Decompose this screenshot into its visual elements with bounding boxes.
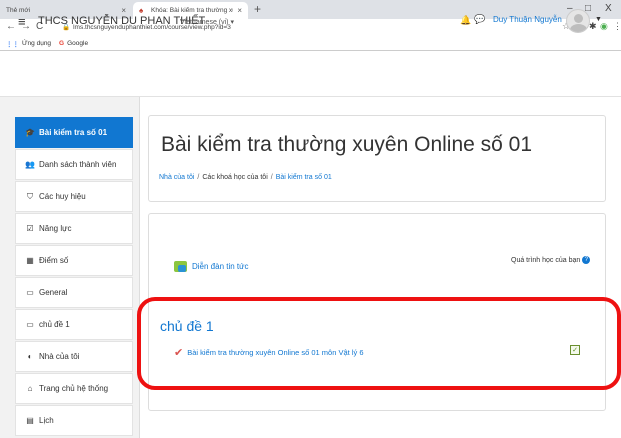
site-navbar [0, 51, 621, 97]
dashboard-icon: ◐ [27, 352, 33, 361]
avatar[interactable] [566, 9, 590, 33]
users-icon: 👥 [25, 160, 35, 169]
sidebar-item-label: Điểm số [39, 256, 69, 265]
google-icon: G [59, 40, 65, 47]
hamburger-menu-icon[interactable]: ≡ [18, 14, 26, 29]
notification-bell-icon[interactable]: 🔔 [460, 15, 471, 26]
language-selector[interactable]: Vietnamese (vi) ▾ [180, 18, 234, 26]
bookmark-google[interactable]: G Google [59, 40, 88, 47]
tab-title: Thẻ mới [6, 7, 31, 14]
forum-activity-link[interactable]: Diễn đàn tin tức [174, 261, 249, 272]
sidebar-item-label: Bài kiểm tra số 01 [39, 128, 108, 137]
messages-icon[interactable]: 💬 [474, 14, 485, 25]
sidebar-item-dashboard[interactable]: ◐ Nhà của tôi [15, 341, 133, 372]
sidebar-item-site-home[interactable]: ⌂ Trang chủ hệ thống [15, 373, 133, 404]
folder-icon: ▭ [26, 320, 34, 329]
sidebar-item-label: Danh sách thành viên [39, 160, 117, 169]
sidebar-item-topic-1[interactable]: ▭ chủ đề 1 [15, 309, 133, 340]
bookmark-label: Ứng dụng [22, 40, 52, 47]
red-highlight-box [137, 297, 621, 390]
sidebar-item-label: Trang chủ hệ thống [39, 384, 109, 393]
sidebar-item-label: Nhà của tôi [39, 352, 80, 361]
sidebar-item-participants[interactable]: 👥 Danh sách thành viên [15, 149, 133, 180]
sidebar-item-competencies[interactable]: ☑ Năng lực [15, 213, 133, 244]
forum-label: Diễn đàn tin tức [192, 262, 249, 271]
browser-menu-icon[interactable]: ⋮ [613, 21, 621, 32]
bookmark-label: Google [67, 40, 89, 47]
page-header-card [148, 115, 606, 202]
sidebar-item-label: Lịch [39, 416, 54, 425]
progress-label: Quá trình học của bạn [511, 256, 581, 264]
close-tab-icon[interactable]: × [121, 6, 126, 15]
new-tab-icon[interactable]: + [254, 2, 261, 16]
apps-grid-icon: ⋮⋮ [6, 40, 19, 48]
home-icon: ⌂ [27, 384, 33, 393]
nav-drawer: 🎓 Bài kiểm tra số 01 👥 Danh sách thành v… [0, 97, 140, 438]
page-title: Bài kiểm tra thường xuyên Online số 01 [161, 133, 533, 156]
tab-title: Khóa: Bài kiểm tra thường xuyên [151, 7, 233, 14]
sidebar-item-calendar[interactable]: ▤ Lịch [15, 405, 133, 436]
breadcrumb-my-courses: Các khoá học của tôi [202, 174, 268, 181]
breadcrumb-home-link[interactable]: Nhà của tôi [159, 174, 194, 181]
course-progress: Quá trình học của bạn? [511, 256, 591, 264]
forum-icon [174, 261, 187, 272]
bookmark-apps[interactable]: ⋮⋮ Ứng dụng [6, 40, 51, 48]
graduation-cap-icon: 🎓 [25, 128, 35, 137]
chevron-down-icon[interactable]: ▼ [595, 16, 602, 23]
back-arrow-icon[interactable]: ← [6, 21, 16, 32]
bookmarks-bar: ⋮⋮ Ứng dụng G Google [0, 37, 621, 51]
shield-icon: ⛉ [27, 191, 33, 201]
sidebar-item-badges[interactable]: ⛉ Các huy hiệu [15, 181, 133, 212]
sidebar-item-label: Năng lực [39, 224, 72, 233]
sidebar-item-course[interactable]: 🎓 Bài kiểm tra số 01 [15, 117, 133, 148]
close-window-icon[interactable]: X [605, 3, 612, 14]
calendar-icon: ▤ [26, 416, 34, 425]
sidebar-item-label: chủ đề 1 [39, 320, 70, 329]
sidebar-item-grades[interactable]: ▦ Điểm số [15, 245, 133, 276]
folder-icon: ▭ [26, 288, 34, 297]
close-tab-icon[interactable]: × [237, 6, 242, 15]
sidebar-item-label: General [39, 288, 68, 297]
checkbox-icon: ☑ [26, 224, 34, 233]
table-icon: ▦ [26, 256, 34, 265]
help-icon[interactable]: ? [582, 256, 591, 264]
breadcrumb-course-link[interactable]: Bài kiểm tra số 01 [276, 174, 332, 181]
user-name[interactable]: Duy Thuận Nguyễn [493, 15, 562, 24]
sidebar-item-label: Các huy hiệu [39, 192, 86, 201]
breadcrumb: Nhà của tôi / Các khoá học của tôi / Bài kiể… [159, 174, 332, 181]
sidebar-item-general[interactable]: ▭ General [15, 277, 133, 308]
moodle-favicon-icon: ♠ [139, 5, 144, 15]
